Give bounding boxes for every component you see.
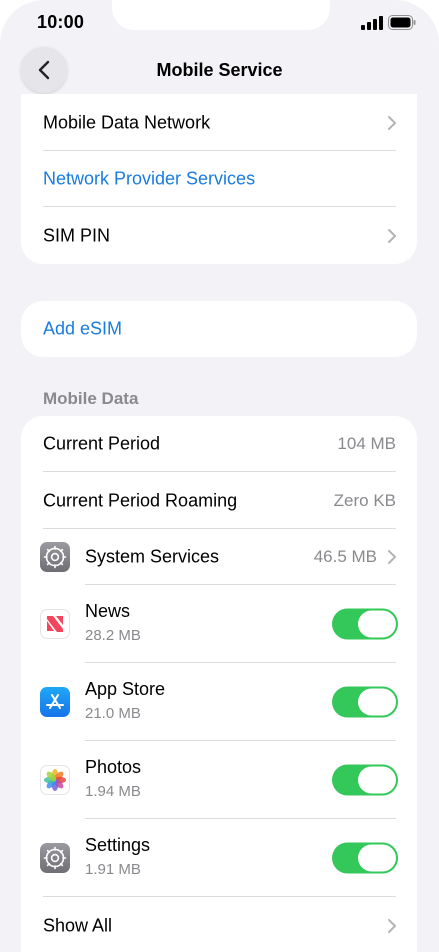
mobile-data-network-row[interactable]: Mobile Data Network	[21, 94, 417, 151]
notch	[112, 0, 330, 30]
toggle-knob	[358, 766, 396, 794]
section-header-mobile-data: Mobile Data	[43, 389, 139, 408]
battery-icon	[388, 15, 416, 30]
current-period-row: Current Period 104 MB	[21, 416, 417, 472]
chevron-right-icon	[388, 550, 396, 564]
photos-icon	[40, 765, 70, 795]
sim-pin-row[interactable]: SIM PIN	[21, 207, 417, 264]
app-store-icon	[40, 687, 70, 717]
app-row-photos: Photos 1.94 MB	[21, 741, 417, 819]
chevron-right-icon	[388, 919, 396, 933]
row-label: System Services	[85, 546, 220, 567]
news-toggle[interactable]	[332, 608, 398, 640]
app-usage: 1.91 MB	[85, 861, 141, 878]
app-row-app-store: App Store 21.0 MB	[21, 663, 417, 741]
toggle-knob	[358, 688, 396, 716]
news-icon	[40, 609, 70, 639]
toggle-knob	[358, 610, 396, 638]
row-label: Show All	[43, 915, 113, 936]
row-label: Mobile Data Network	[43, 112, 211, 132]
app-name: News	[85, 601, 131, 621]
gear-icon	[40, 843, 70, 873]
row-value: 104 MB	[337, 434, 396, 453]
app-row-settings: Settings 1.91 MB	[21, 819, 417, 897]
app-row-news: News 28.2 MB	[21, 585, 417, 663]
row-value: 46.5 MB	[313, 547, 377, 566]
app-usage: 1.94 MB	[85, 783, 141, 800]
system-services-row[interactable]: System Services 46.5 MB	[21, 529, 417, 585]
network-settings-group: Mobile Data Network Network Provider Ser…	[21, 94, 417, 264]
page-title: Mobile Service	[156, 60, 283, 80]
chevron-right-icon	[388, 115, 396, 130]
add-esim-row[interactable]: Add eSIM	[21, 301, 417, 357]
add-esim-button[interactable]: Add eSIM	[21, 301, 417, 357]
current-period-roaming-row: Current Period Roaming Zero KB	[21, 472, 417, 529]
cellular-signal-icon	[361, 16, 383, 30]
status-bar: 10:00	[0, 0, 439, 46]
app-usage: 21.0 MB	[85, 705, 141, 722]
chevron-right-icon	[388, 228, 396, 243]
app-name: Photos	[85, 757, 142, 777]
row-label: Current Period	[43, 433, 161, 454]
row-value: Zero KB	[333, 490, 396, 510]
gear-icon	[40, 542, 70, 572]
add-esim-label: Add eSIM	[43, 318, 123, 339]
mobile-data-group: Current Period 104 MB Current Period Roa…	[21, 416, 417, 952]
show-all-row[interactable]: Show All	[21, 897, 417, 952]
photos-toggle[interactable]	[332, 764, 398, 796]
status-time: 10:00	[37, 12, 85, 32]
row-label: SIM PIN	[43, 225, 111, 245]
app-store-toggle[interactable]	[332, 686, 398, 718]
network-provider-services-row[interactable]: Network Provider Services	[21, 151, 417, 207]
navigation-bar: Mobile Service	[0, 46, 439, 94]
row-label: Current Period Roaming	[43, 490, 238, 510]
app-usage: 28.2 MB	[85, 627, 141, 644]
row-label: Network Provider Services	[43, 168, 256, 189]
settings-toggle[interactable]	[332, 842, 398, 874]
toggle-knob	[358, 844, 396, 872]
phone-screen: 10:00 Mobile Service Mobile Data Network	[0, 0, 439, 952]
app-name: App Store	[85, 679, 166, 699]
app-name: Settings	[85, 835, 151, 855]
